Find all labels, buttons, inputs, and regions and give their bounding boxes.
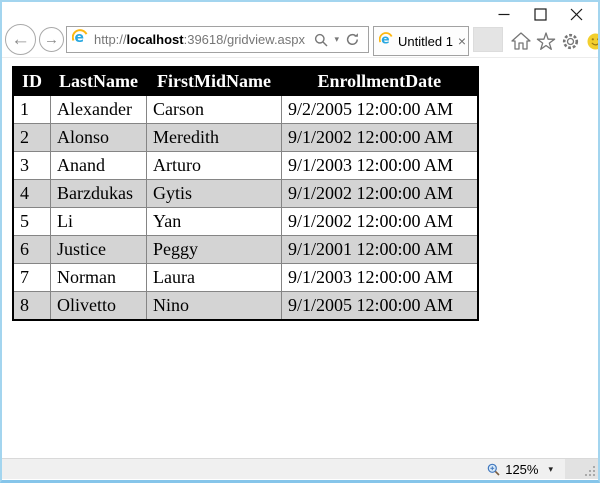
cell-firstmidname: Gytis bbox=[147, 180, 282, 208]
header-lastname: LastName bbox=[51, 67, 147, 96]
search-dropdown-button[interactable]: ▾ bbox=[331, 27, 342, 52]
cell-enrollmentdate: 9/1/2002 12:00:00 AM bbox=[282, 208, 478, 236]
minimize-button[interactable] bbox=[486, 4, 522, 24]
header-enrollmentdate: EnrollmentDate bbox=[282, 67, 478, 96]
cell-lastname: Li bbox=[51, 208, 147, 236]
cell-lastname: Barzdukas bbox=[51, 180, 147, 208]
smiley-icon bbox=[587, 33, 600, 50]
table-row: 1 Alexander Carson 9/2/2005 12:00:00 AM bbox=[13, 96, 478, 124]
gear-icon bbox=[561, 32, 580, 51]
url-path: :39618/gridview.aspx bbox=[184, 32, 305, 47]
browser-window: ← → e http://localhost:39618/gridview.as… bbox=[0, 0, 600, 483]
maximize-button[interactable] bbox=[522, 4, 558, 24]
cell-id: 8 bbox=[13, 292, 51, 320]
url-host: localhost bbox=[127, 32, 184, 47]
cell-id: 1 bbox=[13, 96, 51, 124]
zoom-magnifier-icon bbox=[487, 463, 500, 476]
cell-enrollmentdate: 9/1/2003 12:00:00 AM bbox=[282, 264, 478, 292]
cell-firstmidname: Yan bbox=[147, 208, 282, 236]
resize-grip[interactable] bbox=[565, 459, 598, 479]
url-scheme: http:// bbox=[94, 32, 127, 47]
dropdown-icon: ▾ bbox=[334, 35, 339, 44]
navigation-bar: ← → e http://localhost:39618/gridview.as… bbox=[2, 24, 598, 58]
refresh-button[interactable] bbox=[342, 27, 363, 52]
status-bar: 125% ▾ bbox=[2, 458, 598, 479]
page-content: ID LastName FirstMidName EnrollmentDate … bbox=[2, 58, 598, 458]
cell-lastname: Justice bbox=[51, 236, 147, 264]
cell-id: 3 bbox=[13, 152, 51, 180]
search-icon bbox=[314, 33, 328, 47]
toolbar-icons bbox=[508, 30, 600, 52]
ie-page-icon: e bbox=[72, 29, 88, 50]
zoom-dropdown-icon: ▾ bbox=[548, 464, 553, 475]
close-button[interactable] bbox=[558, 4, 594, 24]
cell-lastname: Olivetto bbox=[51, 292, 147, 320]
back-button[interactable]: ← bbox=[5, 24, 36, 55]
resize-grip-icon bbox=[585, 466, 596, 477]
back-icon: ← bbox=[11, 29, 30, 51]
cell-enrollmentdate: 9/1/2002 12:00:00 AM bbox=[282, 124, 478, 152]
refresh-icon bbox=[345, 32, 360, 47]
cell-firstmidname: Arturo bbox=[147, 152, 282, 180]
favorites-button[interactable] bbox=[533, 30, 558, 52]
cell-id: 2 bbox=[13, 124, 51, 152]
table-row: 3 Anand Arturo 9/1/2003 12:00:00 AM bbox=[13, 152, 478, 180]
star-icon bbox=[536, 32, 556, 51]
table-row: 6 Justice Peggy 9/1/2001 12:00:00 AM bbox=[13, 236, 478, 264]
tab-untitled-1[interactable]: e Untitled 1 × bbox=[373, 26, 469, 56]
cell-id: 5 bbox=[13, 208, 51, 236]
table-row: 5 Li Yan 9/1/2002 12:00:00 AM bbox=[13, 208, 478, 236]
zoom-level-label: 125% bbox=[505, 462, 538, 477]
cell-lastname: Alonso bbox=[51, 124, 147, 152]
svg-text:e: e bbox=[75, 30, 85, 45]
new-tab-button[interactable] bbox=[473, 27, 503, 52]
tab-title: Untitled 1 bbox=[398, 34, 453, 49]
table-row: 2 Alonso Meredith 9/1/2002 12:00:00 AM bbox=[13, 124, 478, 152]
url-text: http://localhost:39618/gridview.aspx bbox=[94, 32, 311, 47]
cell-firstmidname: Meredith bbox=[147, 124, 282, 152]
home-button[interactable] bbox=[508, 30, 533, 52]
svg-text:e: e bbox=[381, 32, 389, 46]
table-row: 4 Barzdukas Gytis 9/1/2002 12:00:00 AM bbox=[13, 180, 478, 208]
forward-button[interactable]: → bbox=[39, 27, 64, 52]
close-icon bbox=[570, 8, 583, 21]
window-controls bbox=[486, 4, 594, 24]
header-firstmidname: FirstMidName bbox=[147, 67, 282, 96]
cell-id: 4 bbox=[13, 180, 51, 208]
maximize-icon bbox=[534, 8, 547, 21]
cell-enrollmentdate: 9/1/2002 12:00:00 AM bbox=[282, 180, 478, 208]
cell-firstmidname: Laura bbox=[147, 264, 282, 292]
cell-id: 7 bbox=[13, 264, 51, 292]
home-icon bbox=[511, 32, 531, 50]
table-row: 7 Norman Laura 9/1/2003 12:00:00 AM bbox=[13, 264, 478, 292]
cell-enrollmentdate: 9/1/2001 12:00:00 AM bbox=[282, 236, 478, 264]
title-bar[interactable] bbox=[2, 2, 598, 24]
cell-lastname: Alexander bbox=[51, 96, 147, 124]
cell-enrollmentdate: 9/1/2003 12:00:00 AM bbox=[282, 152, 478, 180]
feedback-button[interactable] bbox=[583, 30, 600, 52]
tab-close-icon: × bbox=[458, 33, 466, 49]
cell-firstmidname: Carson bbox=[147, 96, 282, 124]
ie-tab-icon: e bbox=[379, 32, 393, 51]
gridview-table: ID LastName FirstMidName EnrollmentDate … bbox=[12, 66, 479, 321]
table-row: 8 Olivetto Nino 9/1/2005 12:00:00 AM bbox=[13, 292, 478, 320]
cell-firstmidname: Nino bbox=[147, 292, 282, 320]
cell-id: 6 bbox=[13, 236, 51, 264]
cell-enrollmentdate: 9/2/2005 12:00:00 AM bbox=[282, 96, 478, 124]
search-button[interactable] bbox=[311, 27, 331, 52]
zoom-control[interactable]: 125% ▾ bbox=[487, 462, 553, 477]
cell-firstmidname: Peggy bbox=[147, 236, 282, 264]
header-id: ID bbox=[13, 67, 51, 96]
cell-lastname: Anand bbox=[51, 152, 147, 180]
cell-lastname: Norman bbox=[51, 264, 147, 292]
cell-enrollmentdate: 9/1/2005 12:00:00 AM bbox=[282, 292, 478, 320]
tab-close-button[interactable]: × bbox=[456, 33, 468, 49]
address-bar[interactable]: e http://localhost:39618/gridview.aspx ▾ bbox=[66, 26, 369, 53]
address-bar-controls: ▾ bbox=[311, 27, 363, 52]
table-header-row: ID LastName FirstMidName EnrollmentDate bbox=[13, 67, 478, 96]
settings-button[interactable] bbox=[558, 30, 583, 52]
forward-icon: → bbox=[44, 31, 59, 48]
minimize-icon bbox=[498, 8, 510, 20]
